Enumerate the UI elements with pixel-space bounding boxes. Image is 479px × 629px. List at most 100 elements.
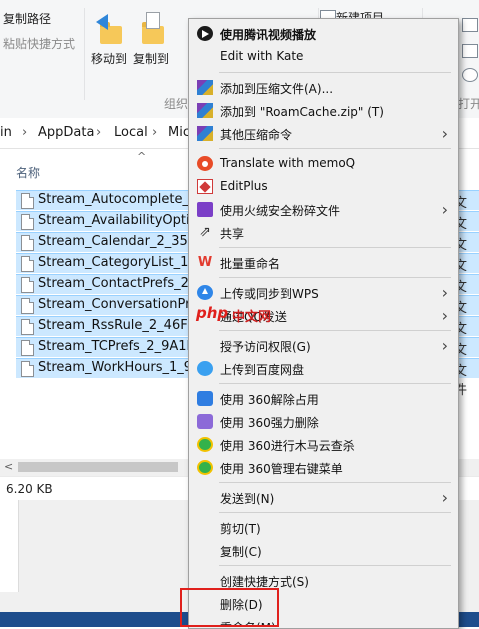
breadcrumb-item[interactable]: in <box>0 125 12 140</box>
menu-item-360-force-delete[interactable]: 使用 360强力删除 <box>189 410 458 433</box>
menu-item-share[interactable]: ⇗ 共享 <box>189 221 458 244</box>
editplus-icon <box>197 179 213 194</box>
menu-separator <box>219 247 451 248</box>
file-name: Stream_TCPrefs_2_9A1D82 <box>38 339 214 354</box>
open-group-label: 打开 <box>458 97 479 111</box>
menu-item-label: Translate with memoQ <box>220 156 356 170</box>
submenu-arrow-icon: › <box>441 488 448 507</box>
memoq-icon <box>197 156 213 171</box>
ribbon-divider <box>84 8 85 100</box>
menu-item-baidu-upload[interactable]: 上传到百度网盘 <box>189 357 458 380</box>
copy-to-button[interactable]: 复制到 <box>133 50 169 67</box>
file-icon <box>21 319 34 335</box>
menu-item-label: 添加到压缩文件(A)... <box>220 82 334 96</box>
menu-item-batch-rename[interactable]: W 批量重命名 <box>189 251 458 274</box>
menu-item-other-compress[interactable]: 其他压缩命令 › <box>189 122 458 145</box>
file-icon <box>21 214 34 230</box>
file-icon <box>21 361 34 377</box>
menu-item-360-trojan-scan[interactable]: 使用 360进行木马云查杀 <box>189 433 458 456</box>
move-to-icon[interactable] <box>96 12 124 48</box>
copy-to-icon[interactable] <box>138 12 166 48</box>
menu-item-label: 发送到(N) <box>220 492 275 506</box>
winrar-icon <box>197 80 213 95</box>
menu-item-add-to-archive[interactable]: 添加到压缩文件(A)... <box>189 76 458 99</box>
menu-separator <box>219 565 451 566</box>
selection-size: 6.20 KB <box>6 482 53 496</box>
scrollbar-thumb[interactable] <box>18 462 178 472</box>
file-icon <box>21 256 34 272</box>
menu-item-label: 共享 <box>220 227 245 241</box>
360-force-delete-icon <box>197 414 213 429</box>
menu-item-label: 使用 360解除占用 <box>220 393 319 407</box>
breadcrumb-item[interactable]: Mic <box>168 125 190 140</box>
breadcrumb-separator: › <box>152 125 158 140</box>
copy-path-button[interactable]: 复制路径 <box>3 10 51 27</box>
menu-item-memoq[interactable]: Translate with memoQ <box>189 152 458 175</box>
menu-item-edit-with-kate[interactable]: Edit with Kate <box>189 45 458 68</box>
360-trojan-scan-icon <box>197 437 213 452</box>
menu-item-label: 添加到 "RoamCache.zip" (T) <box>220 105 384 119</box>
menu-item-360-menu-manager[interactable]: 使用 360管理右键菜单 <box>189 456 458 479</box>
file-name: Stream_RssRule_2_46F5E1 <box>38 318 213 333</box>
360-menu-manager-icon <box>197 460 213 475</box>
menu-item-label: 使用 360管理右键菜单 <box>220 462 343 476</box>
file-icon <box>21 235 34 251</box>
360-unlock-icon <box>197 391 213 406</box>
submenu-arrow-icon: › <box>441 336 448 355</box>
menu-separator <box>219 482 451 483</box>
winrar-icon <box>197 103 213 118</box>
wps-rename-icon: W <box>197 255 213 270</box>
breadcrumb-separator: › <box>96 125 102 140</box>
breadcrumb-separator: › <box>22 125 28 140</box>
menu-separator <box>219 383 451 384</box>
menu-item-label: 使用 360进行木马云查杀 <box>220 439 355 453</box>
menu-item-grant-access[interactable]: 授予访问权限(G) › <box>189 334 458 357</box>
file-icon <box>21 298 34 314</box>
name-column-header[interactable]: 名称 <box>16 164 40 181</box>
file-icon <box>21 193 34 209</box>
submenu-arrow-icon: › <box>441 306 448 325</box>
menu-separator <box>219 72 451 73</box>
submenu-arrow-icon: › <box>441 200 448 219</box>
menu-item-label: 使用 360强力删除 <box>220 416 319 430</box>
file-name: Stream_ContactPrefs_2_60 <box>38 276 212 291</box>
menu-item-label: 授予访问权限(G) <box>220 340 311 354</box>
wps-cloud-icon <box>197 285 213 300</box>
menu-item-send-to[interactable]: 发送到(N) › <box>189 486 458 509</box>
watermark-cn-text: 中文网 <box>232 310 272 325</box>
breadcrumb-item[interactable]: AppData <box>38 125 94 140</box>
menu-item-label: 其他压缩命令 <box>220 128 293 142</box>
scroll-left-icon[interactable]: < <box>4 460 13 473</box>
menu-item-label: EditPlus <box>220 179 268 193</box>
winrar-icon <box>197 126 213 141</box>
menu-item-add-to-zip[interactable]: 添加到 "RoamCache.zip" (T) <box>189 99 458 122</box>
menu-item-wps-upload[interactable]: 上传或同步到WPS › <box>189 281 458 304</box>
file-name: Stream_Calendar_2_35781 <box>38 234 213 249</box>
menu-separator <box>219 277 451 278</box>
baidu-netdisk-icon <box>197 361 213 376</box>
huorong-shredder-icon <box>197 202 213 217</box>
menu-item-label: 批量重命名 <box>220 257 281 271</box>
lower-pane-panel <box>0 500 19 592</box>
organize-group-label: 组织 <box>164 97 189 111</box>
sort-ascending-icon: ^ <box>137 150 147 163</box>
file-name: Stream_WorkHours_1_985 <box>38 360 209 375</box>
share-icon: ⇗ <box>199 224 211 240</box>
menu-item-cut[interactable]: 剪切(T) <box>189 516 458 539</box>
menu-item-editplus[interactable]: EditPlus <box>189 175 458 198</box>
menu-item-label: 使用腾讯视频播放 <box>220 28 317 42</box>
submenu-arrow-icon: › <box>441 124 448 143</box>
menu-item-copy[interactable]: 复制(C) <box>189 539 458 562</box>
menu-item-huorong-shred[interactable]: 使用火绒安全粉碎文件 › <box>189 198 458 221</box>
delete-highlight-box <box>180 588 279 627</box>
move-to-button[interactable]: 移动到 <box>91 50 127 67</box>
paste-shortcut-button[interactable]: 粘贴快捷方式 <box>3 35 75 52</box>
submenu-arrow-icon: › <box>441 283 448 302</box>
menu-item-label: 上传或同步到WPS <box>220 287 319 301</box>
file-name: Stream_Autocomplete_0_5 <box>38 192 212 207</box>
menu-item-tencent-video[interactable]: 使用腾讯视频播放 <box>189 22 458 45</box>
menu-item-360-unlock[interactable]: 使用 360解除占用 <box>189 387 458 410</box>
tencent-video-icon <box>197 26 213 41</box>
breadcrumb-item[interactable]: Local <box>114 125 148 140</box>
menu-separator <box>219 330 451 331</box>
